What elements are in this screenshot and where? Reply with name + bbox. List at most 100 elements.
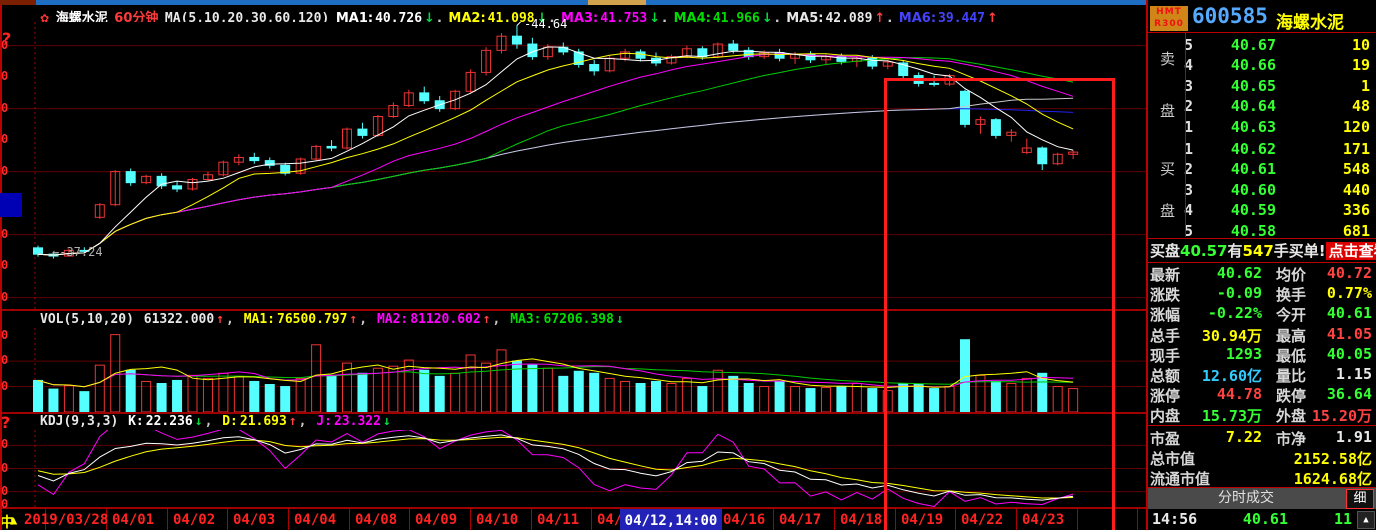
indicator-label: MA3: <box>510 312 541 327</box>
tab-detail-button[interactable]: 细 <box>1346 489 1374 509</box>
indicator-label: J: <box>316 414 332 429</box>
axis-tick <box>167 509 168 530</box>
bid-level-5[interactable]: 540.58681 <box>1184 222 1374 242</box>
date-label: 2019/03/28 <box>24 512 108 528</box>
bid-level-2[interactable]: 240.61548 <box>1184 160 1374 180</box>
ask-level-3[interactable]: 340.651 <box>1184 77 1374 97</box>
stats-row: 涨停44.78跌停36.64 <box>1148 385 1376 405</box>
indicator-label: MA2: <box>377 312 408 327</box>
date-label: 04/10 <box>476 512 518 528</box>
tab-timesales[interactable]: 分时成交 <box>1148 488 1344 509</box>
help-question-icon-lower[interactable]: ? <box>1 413 10 432</box>
level-number: 2 <box>1184 97 1206 117</box>
view-details-button[interactable]: 点击查看 <box>1326 242 1376 260</box>
stat-label: 外盘 <box>1276 405 1306 426</box>
level-number: 5 <box>1184 36 1206 56</box>
up-arrow-icon: ↑ <box>289 414 297 429</box>
level-number: 4 <box>1184 56 1206 76</box>
volume: 548 <box>1276 160 1370 180</box>
stat-value: -0.22% <box>1188 304 1262 322</box>
vol-value: 61322.000 <box>144 312 214 327</box>
axis-tick <box>531 509 532 530</box>
axis-label-fragment: 0 <box>1 290 8 304</box>
price: 40.60 <box>1206 181 1276 201</box>
stat-label: 流通市值 <box>1150 468 1210 489</box>
stats-row: 涨幅-0.22%今开40.61 <box>1148 304 1376 324</box>
axis-tick <box>470 509 471 530</box>
stats-row: 涨跌-0.09换手0.77% <box>1148 284 1376 304</box>
up-arrow-icon: ↑ <box>216 312 224 327</box>
up-arrow-icon: ↑ <box>349 312 357 327</box>
stat-value: 44.78 <box>1188 385 1262 403</box>
stat-value: 15.20万 <box>1308 405 1372 426</box>
stat-label: 涨幅 <box>1150 304 1180 325</box>
index-membership-badge: HMT R300 <box>1150 6 1188 31</box>
price: 40.61 <box>1206 160 1276 180</box>
axis-label-fragment: 0 <box>1 69 8 83</box>
date-label: 04/11 <box>537 512 579 528</box>
stat-label: 总手 <box>1150 325 1180 346</box>
up-arrow-icon: ↑ <box>483 312 491 327</box>
ask-level-5[interactable]: 540.6710 <box>1184 36 1374 56</box>
buy-side-label: 盘 <box>1160 200 1175 221</box>
axis-label-fragment: 0 <box>1 328 8 342</box>
peak-price-annotation: -44.64 <box>524 17 567 31</box>
volume: 19 <box>1276 56 1370 76</box>
indicator-value: 22.236 <box>146 414 193 429</box>
kdj-param-label: KDJ(9,3,3) <box>40 414 118 429</box>
ask-level-2[interactable]: 240.6448 <box>1184 97 1374 117</box>
ask-level-1[interactable]: 140.63120 <box>1184 118 1374 138</box>
mini-chart-icon[interactable]: ▲ <box>1357 511 1375 529</box>
bid-level-1[interactable]: 140.62171 <box>1184 140 1374 160</box>
stat-value: 15.73万 <box>1188 405 1262 426</box>
down-arrow-icon: ↓ <box>616 312 624 327</box>
stat-label: 今开 <box>1276 304 1306 325</box>
axis-label-fragment: 0 <box>1 227 8 241</box>
bid-level-3[interactable]: 340.60440 <box>1184 181 1374 201</box>
main-indicator-header: ✿ 海螺水泥 60分钟 MA(5,10,20,30,60,120) MA1:40… <box>0 7 1186 23</box>
bid-level-4[interactable]: 440.59336 <box>1184 201 1374 221</box>
help-question-icon[interactable]: ? <box>2 29 11 48</box>
stat-label: 市净 <box>1276 428 1306 449</box>
date-label: 04/02 <box>173 512 215 528</box>
axis-tick <box>227 509 228 530</box>
section-line <box>1148 32 1376 33</box>
stat-value: 40.62 <box>1188 264 1262 282</box>
volume: 171 <box>1276 140 1370 160</box>
cursor-date-highlight: 04/12,14:00 <box>620 509 722 530</box>
vol-param-label: VOL(5,10,20) <box>40 312 134 327</box>
price: 40.64 <box>1206 97 1276 117</box>
level-number: 4 <box>1184 201 1206 221</box>
ask-level-4[interactable]: 440.6619 <box>1184 56 1374 76</box>
stat-value: 40.05 <box>1308 345 1372 363</box>
level-number: 1 <box>1184 118 1206 138</box>
buy-side-label: 买 <box>1160 158 1175 179</box>
stat-label: 最新 <box>1150 264 1180 285</box>
tick-time: 14:56 <box>1152 510 1197 528</box>
axis-tick <box>591 509 592 530</box>
price: 40.67 <box>1206 36 1276 56</box>
stock-code[interactable]: 600585 <box>1192 4 1268 28</box>
corner-triangle-icon[interactable]: ▲ <box>10 513 17 527</box>
volume: 120 <box>1276 118 1370 138</box>
axis-label-fragment: 0 <box>1 461 8 475</box>
stat-label: 涨停 <box>1150 385 1180 406</box>
alert-text: 547 <box>1242 242 1273 260</box>
stat-label: 最低 <box>1276 345 1306 366</box>
price: 40.62 <box>1206 140 1276 160</box>
date-label: 04/01 <box>112 512 154 528</box>
volume: 440 <box>1276 181 1370 201</box>
price: 40.58 <box>1206 222 1276 242</box>
level-number: 3 <box>1184 77 1206 97</box>
stat-label: 最高 <box>1276 325 1306 346</box>
stat-label: 总市值 <box>1150 448 1195 469</box>
big-order-alert: 买盘40.57有547手买单!点击查看 <box>1150 240 1376 260</box>
stat-label: 换手 <box>1276 284 1306 305</box>
stock-name[interactable]: 海螺水泥 <box>1276 8 1344 33</box>
price: 40.63 <box>1206 118 1276 138</box>
volume: 681 <box>1276 222 1370 242</box>
chart-area: ? ? ✿ 海螺水泥 60分钟 MA(5,10,20,30,60,120) MA… <box>0 5 1148 530</box>
kdj-readout: K:22.236↓, D:21.693↑, J:23.322↓ <box>128 414 393 429</box>
stat-value: 41.05 <box>1308 325 1372 343</box>
stat-value: 0.77% <box>1308 284 1372 302</box>
